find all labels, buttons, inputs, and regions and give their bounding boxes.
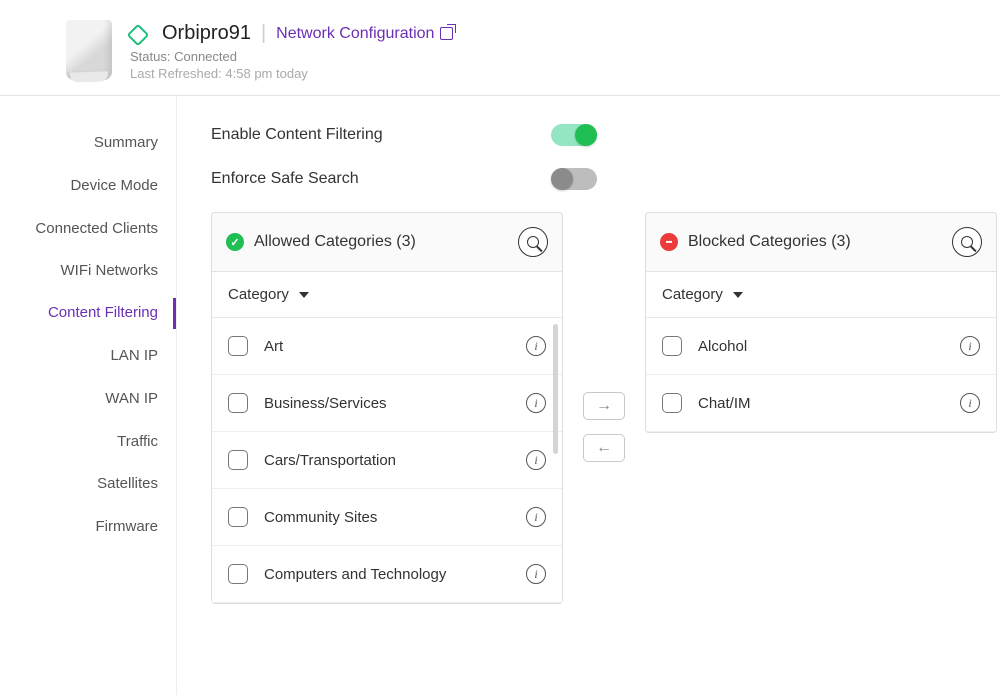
sidebar-item-wan-ip[interactable]: WAN IP	[0, 378, 176, 421]
checkbox[interactable]	[228, 507, 248, 527]
arrow-right-icon: →	[596, 397, 612, 415]
network-config-label: Network Configuration	[276, 25, 434, 43]
search-icon	[527, 236, 539, 248]
checkbox[interactable]	[228, 450, 248, 470]
allowed-list-wrap: Art i Business/Services i	[212, 318, 562, 603]
scrollbar[interactable]	[553, 324, 558, 454]
checkbox[interactable]	[228, 336, 248, 356]
panel-title-text: Allowed Categories (3)	[254, 233, 416, 251]
list-item: Alcohol i	[646, 318, 996, 375]
panel-title-text: Blocked Categories (3)	[688, 233, 851, 251]
item-label: Computers and Technology	[264, 566, 446, 583]
header-text: Orbipro91 | Network Configuration Status…	[130, 20, 453, 81]
blocked-icon: ━	[660, 233, 678, 251]
checkbox[interactable]	[228, 393, 248, 413]
toggle-enable-content-filtering[interactable]	[551, 124, 597, 146]
external-link-icon	[440, 27, 453, 40]
status-line: Status: Connected	[130, 49, 453, 64]
network-configuration-link[interactable]: Network Configuration	[276, 25, 453, 43]
refreshed-value: 4:58 pm today	[225, 66, 307, 81]
chevron-down-icon	[733, 292, 743, 298]
sidebar-item-connected-clients[interactable]: Connected Clients	[0, 208, 176, 250]
sidebar-item-content-filtering[interactable]: Content Filtering	[0, 292, 176, 335]
info-icon[interactable]: i	[526, 336, 546, 356]
sidebar-item-traffic[interactable]: Traffic	[0, 421, 176, 464]
category-panels: ✓ Allowed Categories (3) Category	[211, 212, 1000, 604]
blocked-categories-panel: ━ Blocked Categories (3) Category	[645, 212, 997, 433]
transfer-controls: → ←	[583, 392, 625, 462]
setting-safe-search: Enforce Safe Search	[211, 168, 1000, 190]
item-label: Chat/IM	[698, 395, 751, 412]
setting-label: Enforce Safe Search	[211, 170, 551, 188]
status-value: Connected	[174, 49, 237, 64]
device-image	[66, 20, 112, 80]
search-blocked-button[interactable]	[952, 227, 982, 257]
sidebar-item-device-mode[interactable]: Device Mode	[0, 165, 176, 208]
sidebar-item-label: Connected Clients	[35, 220, 158, 237]
allowed-category-sort[interactable]: Category	[212, 272, 562, 318]
sidebar: Summary Device Mode Connected Clients WI…	[0, 96, 177, 695]
checkbox[interactable]	[662, 393, 682, 413]
panel-header: ✓ Allowed Categories (3)	[212, 213, 562, 272]
allowed-list: Art i Business/Services i	[212, 318, 562, 603]
refreshed-line: Last Refreshed: 4:58 pm today	[130, 66, 453, 81]
list-item: Business/Services i	[212, 375, 562, 432]
sidebar-item-satellites[interactable]: Satellites	[0, 463, 176, 506]
sidebar-item-firmware[interactable]: Firmware	[0, 506, 176, 549]
refreshed-label: Last Refreshed:	[130, 66, 222, 81]
blocked-list: Alcohol i Chat/IM i	[646, 318, 996, 432]
move-left-button[interactable]: ←	[583, 434, 625, 462]
info-icon[interactable]: i	[526, 450, 546, 470]
list-item: Computers and Technology i	[212, 546, 562, 603]
item-label: Community Sites	[264, 509, 377, 526]
item-label: Cars/Transportation	[264, 452, 396, 469]
search-allowed-button[interactable]	[518, 227, 548, 257]
panel-header: ━ Blocked Categories (3)	[646, 213, 996, 272]
status-label: Status:	[130, 49, 170, 64]
main-content: Enable Content Filtering Enforce Safe Se…	[177, 96, 1000, 695]
body: Summary Device Mode Connected Clients WI…	[0, 96, 1000, 695]
move-right-button[interactable]: →	[583, 392, 625, 420]
allowed-categories-panel: ✓ Allowed Categories (3) Category	[211, 212, 563, 604]
column-header-label: Category	[662, 286, 723, 303]
toggle-safe-search[interactable]	[551, 168, 597, 190]
item-label: Alcohol	[698, 338, 747, 355]
sidebar-item-label: Content Filtering	[48, 304, 158, 321]
checkbox[interactable]	[228, 564, 248, 584]
column-header-label: Category	[228, 286, 289, 303]
sidebar-item-wifi-networks[interactable]: WIFi Networks	[0, 250, 176, 293]
setting-enable-content-filtering: Enable Content Filtering	[211, 124, 1000, 146]
info-icon[interactable]: i	[960, 393, 980, 413]
list-item: Cars/Transportation i	[212, 432, 562, 489]
chevron-down-icon	[299, 292, 309, 298]
list-item: Community Sites i	[212, 489, 562, 546]
list-item: Chat/IM i	[646, 375, 996, 432]
check-icon: ✓	[226, 233, 244, 251]
search-icon	[961, 236, 973, 248]
info-icon[interactable]: i	[526, 507, 546, 527]
toggle-knob	[551, 168, 573, 190]
info-icon[interactable]: i	[526, 393, 546, 413]
device-name: Orbipro91	[162, 22, 251, 45]
arrow-left-icon: ←	[596, 439, 612, 457]
info-icon[interactable]: i	[526, 564, 546, 584]
device-status-icon	[127, 23, 150, 46]
sidebar-item-summary[interactable]: Summary	[0, 122, 176, 165]
list-item: Art i	[212, 318, 562, 375]
checkbox[interactable]	[662, 336, 682, 356]
blocked-category-sort[interactable]: Category	[646, 272, 996, 318]
item-label: Art	[264, 338, 283, 355]
item-label: Business/Services	[264, 395, 387, 412]
separator: |	[261, 22, 266, 45]
info-icon[interactable]: i	[960, 336, 980, 356]
toggle-knob	[575, 124, 597, 146]
setting-label: Enable Content Filtering	[211, 126, 551, 144]
sidebar-item-lan-ip[interactable]: LAN IP	[0, 335, 176, 378]
page-header: Orbipro91 | Network Configuration Status…	[0, 0, 1000, 96]
